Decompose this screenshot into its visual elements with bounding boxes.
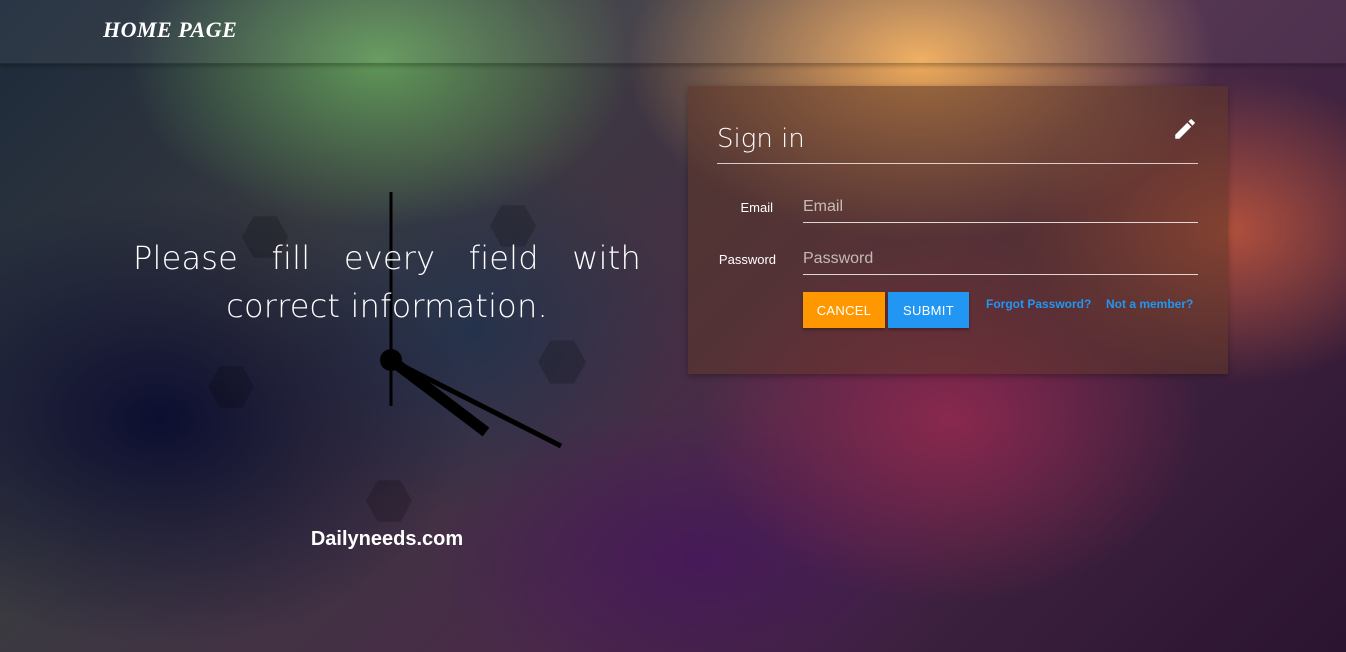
cancel-button[interactable]: CANCEL — [803, 292, 885, 328]
email-label: Email — [740, 200, 773, 215]
email-field[interactable] — [803, 192, 1198, 223]
forgot-password-link[interactable]: Forgot Password? — [986, 297, 1091, 311]
password-label: Password — [718, 252, 776, 267]
signin-title: Sign in — [717, 124, 805, 154]
password-field[interactable] — [803, 244, 1198, 275]
site-name: Dailyneeds.com — [310, 528, 464, 550]
pencil-icon[interactable] — [1172, 116, 1198, 142]
not-a-member-link[interactable]: Not a member? — [1106, 297, 1193, 311]
title-divider — [717, 163, 1198, 164]
submit-button[interactable]: SUBMIT — [888, 292, 969, 328]
hero-tagline: Please fill every field with correct inf… — [133, 239, 641, 325]
signin-panel: Sign in Email Password CANCEL SUBMIT For… — [688, 86, 1228, 374]
